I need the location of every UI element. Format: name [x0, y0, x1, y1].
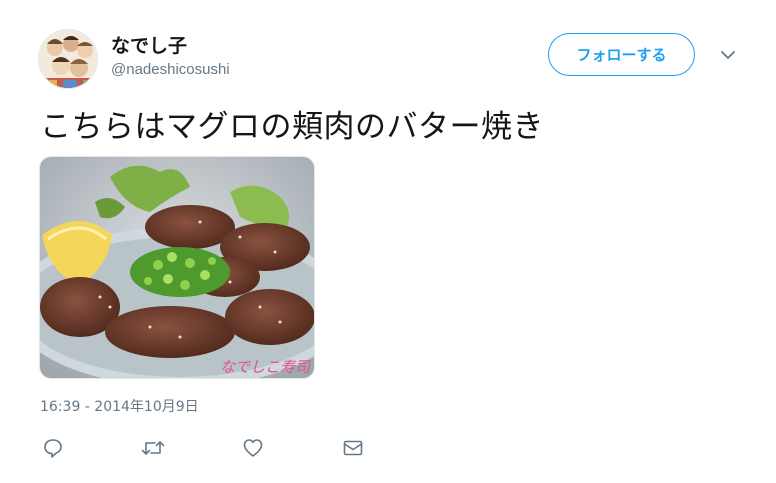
- tweet-text: こちらはマグロの頬肉のバター焼き: [40, 109, 544, 145]
- screen-name[interactable]: @nadeshicosushi: [111, 61, 230, 78]
- more-options-button[interactable]: [716, 45, 740, 65]
- follow-button[interactable]: フォローする: [548, 33, 695, 76]
- reply-icon: [44, 439, 62, 458]
- display-name[interactable]: なでし子: [111, 31, 187, 58]
- reply-button[interactable]: [40, 435, 66, 461]
- chevron-down-icon: [721, 51, 735, 59]
- like-icon: [243, 439, 263, 457]
- food-photo: なでしこ寿司: [40, 157, 314, 378]
- retweet-icon: [141, 441, 165, 455]
- direct-message-button[interactable]: [340, 435, 366, 461]
- avatar-illustration: [39, 30, 97, 88]
- tweet-photo[interactable]: なでしこ寿司: [39, 156, 315, 379]
- retweet-button[interactable]: [140, 435, 166, 461]
- direct-message-icon: [343, 440, 363, 456]
- photo-watermark: なでしこ寿司: [220, 358, 312, 376]
- like-button[interactable]: [240, 435, 266, 461]
- tweet-timestamp[interactable]: 16:39 - 2014年10月9日: [40, 396, 199, 416]
- avatar[interactable]: [38, 29, 98, 89]
